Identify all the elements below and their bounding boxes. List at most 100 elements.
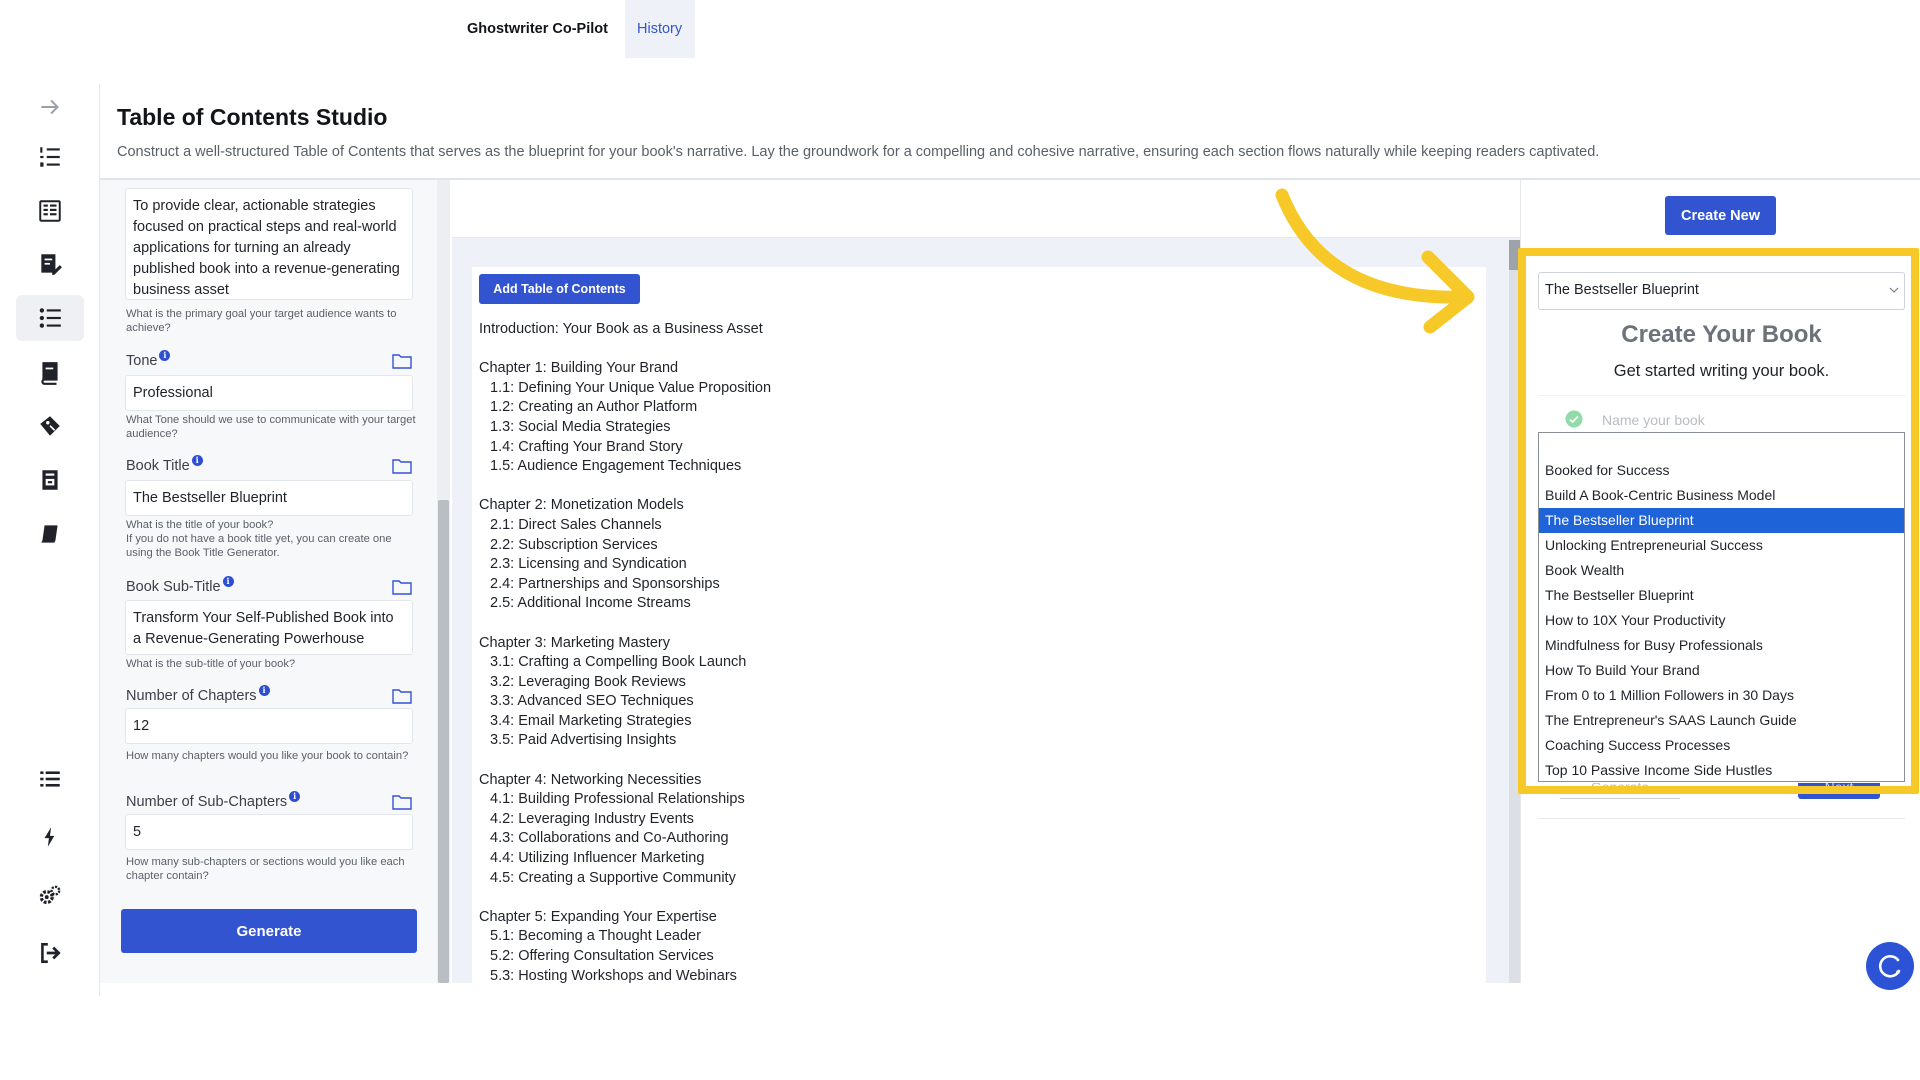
editor-scrollbar[interactable] (1509, 240, 1520, 983)
book-title-input[interactable]: The Bestseller Blueprint (125, 480, 413, 516)
book-subtitle-help-text: What is the sub-title of your book? (126, 658, 296, 670)
generate-button-obscured[interactable]: Generate (1560, 783, 1680, 799)
book-select-options[interactable]: Booked for Success Build A Book-Centric … (1538, 432, 1905, 782)
info-icon[interactable]: i (258, 685, 270, 696)
toc-chapter: Chapter 1: Building Your Brand (479, 360, 679, 377)
chapters-input[interactable]: 12 (125, 708, 413, 744)
info-icon[interactable]: i (159, 350, 171, 361)
book-option[interactable]: Top 10 Passive Income Side Hustles (1539, 758, 1904, 781)
table-of-contents-text[interactable]: Introduction: Your Book as a Business As… (479, 320, 1179, 986)
tone-input[interactable]: Professional (125, 375, 413, 411)
book-option[interactable]: Build A Book-Centric Business Model (1539, 483, 1904, 508)
toc-subchapter: 5.1: Becoming a Thought Leader (490, 928, 701, 945)
book-subtitle-input[interactable]: Transform Your Self-Published Book into … (125, 600, 413, 655)
goal-value: To provide clear, actionable strategies … (133, 198, 400, 298)
sidebar-item-logout[interactable] (16, 930, 84, 976)
book-option-selected[interactable]: The Bestseller Blueprint (1539, 508, 1904, 533)
folder-icon[interactable] (392, 353, 412, 369)
sidebar-item-quick-actions[interactable] (16, 814, 84, 860)
page-title: Table of Contents Studio (117, 104, 388, 130)
sidebar-item-notebook[interactable] (16, 511, 84, 557)
book-name-placeholder: Name your book (1602, 412, 1705, 428)
toc-subchapter: 5.3: Hosting Workshops and Webinars (490, 967, 737, 984)
sidebar-item-outline[interactable] (16, 134, 84, 180)
book-option[interactable]: How to 10X Your Productivity (1539, 608, 1904, 633)
subchapters-label: Number of Sub-Chapters i (126, 791, 301, 810)
notebook-icon (41, 525, 58, 543)
form-scrollbar-thumb[interactable] (438, 500, 449, 983)
tab-ghostwriter-co-pilot[interactable]: Ghostwriter Co-Pilot (452, 0, 624, 58)
book-title-value: The Bestseller Blueprint (133, 490, 287, 506)
folder-icon[interactable] (392, 794, 412, 810)
toc-subchapter: 4.3: Collaborations and Co-Authoring (490, 830, 729, 847)
sidebar (0, 84, 100, 996)
subchapters-input[interactable]: 5 (125, 814, 413, 850)
help-chat-button[interactable] (1866, 942, 1914, 990)
next-button-obscured[interactable]: Next (1798, 783, 1880, 799)
folder-icon[interactable] (392, 579, 412, 595)
book-stack-icon (41, 362, 58, 385)
info-icon[interactable]: i (289, 791, 301, 802)
book-option[interactable]: Unlocking Entrepreneurial Success (1539, 533, 1904, 558)
book-option[interactable]: The Entrepreneur's SAAS Launch Guide (1539, 708, 1904, 733)
tab-history[interactable]: History (625, 0, 695, 58)
toc-subchapter: 3.5: Paid Advertising Insights (490, 732, 677, 749)
sidebar-expand-button[interactable] (16, 84, 84, 130)
book-option[interactable]: Booked for Success (1539, 458, 1904, 483)
toc-subchapter: 4.5: Creating a Supportive Community (490, 869, 736, 886)
info-icon[interactable]: i (191, 455, 203, 466)
sidebar-item-list[interactable] (16, 756, 84, 802)
create-new-button[interactable]: Create New (1665, 196, 1776, 235)
folder-icon[interactable] (392, 458, 412, 474)
book-option[interactable]: Coaching Success Processes (1539, 733, 1904, 758)
toc-subchapter: 2.5: Additional Income Streams (490, 595, 691, 612)
document-edit-icon (41, 254, 62, 275)
info-icon[interactable]: i (222, 576, 234, 587)
chapters-help-text: How many chapters would you like your bo… (126, 750, 409, 762)
book-option[interactable]: Mindfulness for Busy Professionals (1539, 633, 1904, 658)
toc-subchapter: 4.2: Leveraging Industry Events (490, 810, 694, 827)
sidebar-item-table-of-contents[interactable] (16, 295, 84, 341)
folder-icon[interactable] (392, 688, 412, 704)
tag-icon (40, 416, 60, 436)
sidebar-item-book-stack[interactable] (16, 350, 84, 396)
page-subtitle: Construct a well-structured Table of Con… (117, 144, 1600, 160)
toc-subchapter: 3.2: Leveraging Book Reviews (490, 673, 686, 690)
book-option[interactable]: Book Wealth (1539, 558, 1904, 583)
toc-subchapter: 3.3: Advanced SEO Techniques (490, 693, 694, 710)
table-of-contents-icon (39, 308, 61, 328)
toc-subchapter: 5.2: Offering Consultation Services (490, 948, 714, 964)
book-option[interactable]: The Bestseller Blueprint (1539, 583, 1904, 608)
book-select[interactable]: The Bestseller Blueprint (1538, 272, 1905, 310)
settings-icon (39, 885, 61, 905)
toc-subchapter: 2.3: Licensing and Syndication (490, 556, 687, 573)
toc-chapter: Chapter 3: Marketing Mastery (479, 634, 670, 651)
book-layout-icon (39, 200, 61, 222)
book-option[interactable]: How To Build Your Brand (1539, 658, 1904, 683)
toc-subchapter: 1.3: Social Media Strategies (490, 418, 671, 435)
toc-subchapter: 3.1: Crafting a Compelling Book Launch (490, 654, 747, 671)
subchapters-value: 5 (133, 824, 142, 840)
list-icon (40, 771, 60, 787)
toc-chapter: Chapter 2: Monetization Models (479, 497, 684, 514)
chapters-label: Number of Chapters i (126, 685, 270, 704)
tone-value: Professional (133, 385, 213, 401)
goal-help-text: What is the primary goal your target aud… (126, 308, 397, 334)
panel-divider (1538, 818, 1905, 819)
book-title-label: Book Title i (126, 455, 203, 474)
sidebar-item-tags[interactable] (16, 403, 84, 449)
generate-button[interactable]: Generate (121, 909, 417, 953)
sidebar-item-book-layout[interactable] (16, 188, 84, 234)
toc-subchapter: 2.2: Subscription Services (490, 536, 658, 553)
create-book-heading: Create Your Book (1621, 321, 1822, 348)
toc-introduction: Introduction: Your Book as a Business As… (479, 321, 763, 337)
goal-textarea[interactable]: To provide clear, actionable strategies … (125, 188, 413, 300)
book-option[interactable]: From 0 to 1 Million Followers in 30 Days (1539, 683, 1904, 708)
subchapters-help-text: How many sub-chapters or sections would … (126, 856, 405, 882)
sidebar-item-print[interactable] (16, 457, 84, 503)
editor-scrollbar-thumb[interactable] (1509, 240, 1520, 270)
sidebar-item-settings[interactable] (16, 873, 84, 919)
lightning-icon (44, 827, 55, 847)
sidebar-item-document-edit[interactable] (16, 241, 84, 287)
add-table-of-contents-button[interactable]: Add Table of Contents (479, 274, 640, 304)
